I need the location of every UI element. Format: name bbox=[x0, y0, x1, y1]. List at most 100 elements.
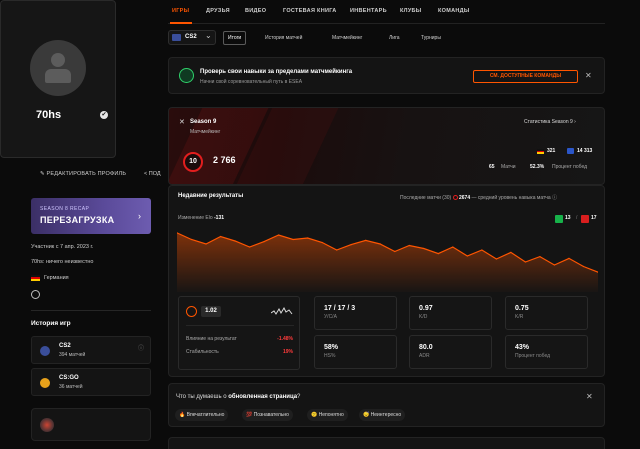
tab-tournaments[interactable]: Турниры bbox=[421, 35, 441, 41]
close-icon[interactable]: ✕ bbox=[586, 392, 593, 401]
rating-sparkline-icon bbox=[271, 306, 293, 315]
feedback-question-end: ? bbox=[297, 394, 301, 400]
elo-point[interactable] bbox=[437, 253, 439, 255]
feedback-option-impressive[interactable]: 🔥 Впечатлительно bbox=[175, 409, 229, 421]
elo-point[interactable] bbox=[350, 244, 352, 246]
elo-point[interactable] bbox=[394, 250, 396, 253]
team-logo-icon bbox=[40, 418, 54, 432]
feedback-option-confusing[interactable]: 😕 Непонятно bbox=[307, 409, 348, 421]
elo-value: 2 766 bbox=[213, 155, 236, 165]
elo-point[interactable] bbox=[539, 256, 541, 258]
info-icon[interactable]: ⓘ bbox=[552, 195, 557, 201]
elo-point[interactable] bbox=[408, 244, 410, 247]
elo-point[interactable] bbox=[582, 265, 585, 268]
season-title: Season 9 bbox=[190, 119, 217, 125]
pencil-icon: ✎ bbox=[40, 171, 45, 177]
feedback-option-informative[interactable]: 💯 Познавательно bbox=[242, 409, 293, 421]
feedback-option-label: Неинтересно bbox=[370, 412, 402, 418]
elo-point[interactable] bbox=[234, 240, 236, 242]
stat-value: 17 / 17 / 3 bbox=[324, 305, 356, 312]
nav-games[interactable]: ИГРЫ bbox=[172, 8, 189, 14]
elo-point[interactable] bbox=[510, 251, 512, 253]
region-rank: 14 313 bbox=[577, 148, 593, 154]
germany-flag-icon bbox=[537, 149, 544, 154]
tab-summary[interactable]: Итоги bbox=[223, 31, 247, 45]
rating-icon bbox=[186, 306, 197, 317]
tab-matchmaking[interactable]: Матчмейкинг bbox=[332, 35, 362, 41]
stat-value: 58% bbox=[324, 344, 339, 351]
elo-point[interactable] bbox=[452, 246, 454, 248]
elo-point[interactable] bbox=[248, 246, 251, 248]
season-stats-link[interactable]: Статистика Season 9 › bbox=[524, 119, 576, 125]
season-recap-banner[interactable]: SEASON 8 RECAP ПЕРЕЗАГРУЗКА › bbox=[31, 198, 151, 234]
elo-point[interactable] bbox=[568, 257, 570, 259]
stability-label: Стабильность bbox=[186, 349, 219, 355]
elo-point[interactable] bbox=[205, 243, 207, 245]
edit-profile-label: РЕДАКТИРОВАТЬ ПРОФИЛЬ bbox=[46, 171, 127, 177]
stat-label: У/С/А bbox=[324, 314, 337, 320]
stat-label: HS% bbox=[324, 353, 336, 359]
avg-elo-value: 2674 bbox=[458, 195, 471, 201]
elo-point[interactable] bbox=[263, 241, 265, 243]
nav-guestbook[interactable]: ГОСТЕВАЯ КНИГА bbox=[283, 8, 337, 14]
steam-icon[interactable] bbox=[31, 290, 40, 299]
game-history-item-csgo[interactable]: CS:GO 36 матчей bbox=[31, 368, 151, 396]
last-matches-label: Последние матчи bbox=[400, 195, 441, 201]
nav-video[interactable]: ВИДЕО bbox=[245, 8, 266, 14]
tab-league[interactable]: Лига bbox=[389, 35, 400, 41]
close-icon[interactable]: ✕ bbox=[585, 71, 592, 80]
share-button[interactable]: < ПОД bbox=[144, 171, 161, 177]
elo-point[interactable] bbox=[553, 264, 556, 266]
recent-results-meta: Последние матчи (30) 2674 — средний уров… bbox=[400, 194, 557, 201]
elo-point[interactable] bbox=[278, 234, 280, 236]
stat-kda: 17 / 17 / 3 У/С/А bbox=[314, 296, 397, 330]
elo-point[interactable] bbox=[466, 255, 468, 257]
chevron-right-icon: › bbox=[138, 211, 141, 221]
nav-clubs[interactable]: КЛУБЫ bbox=[400, 8, 421, 14]
elo-point[interactable] bbox=[423, 247, 425, 250]
elo-point[interactable] bbox=[524, 261, 527, 263]
confused-face-icon: 😕 bbox=[311, 412, 318, 418]
game-select-dropdown[interactable]: CS2 ⌄ bbox=[168, 30, 216, 45]
edit-profile-button[interactable]: ✎ РЕДАКТИРОВАТЬ ПРОФИЛЬ bbox=[40, 171, 126, 177]
chevron-right-icon: › bbox=[574, 119, 576, 125]
skill-level-badge: 10 bbox=[183, 152, 203, 172]
nav-inventory[interactable]: ИНВЕНТАРЬ bbox=[350, 8, 387, 14]
elo-point[interactable] bbox=[307, 237, 309, 239]
elo-point[interactable] bbox=[365, 239, 367, 241]
nav-friends[interactable]: ДРУЗЬЯ bbox=[206, 8, 230, 14]
elo-point[interactable] bbox=[321, 241, 323, 244]
stat-value: 0.75 bbox=[515, 305, 529, 312]
elo-change-label: Изменение Elo bbox=[178, 215, 213, 221]
elo-point[interactable] bbox=[219, 235, 222, 238]
winrate-label: Процент побед bbox=[552, 164, 588, 170]
stat-kr: 0.75 K/R bbox=[505, 296, 588, 330]
feedback-question: Что ты думаешь о обновленная страница? bbox=[176, 394, 300, 400]
esea-promo-card: Проверь свои навыки за пределами матчмей… bbox=[168, 57, 605, 94]
tab-match-history[interactable]: История матчей bbox=[265, 35, 302, 41]
profile-country: Германия bbox=[44, 275, 69, 281]
nav-teams[interactable]: КОМАНДЫ bbox=[438, 8, 470, 14]
stat-adr: 80.0 ADR bbox=[409, 335, 492, 369]
team-card[interactable] bbox=[31, 408, 151, 441]
game-matches: 394 матчей bbox=[59, 352, 86, 358]
feedback-option-boring[interactable]: 😴 Неинтересно bbox=[359, 409, 406, 421]
game-history-item-cs2[interactable]: CS2 394 матчей ⓘ bbox=[31, 336, 151, 364]
country-rank: 321 bbox=[547, 148, 556, 154]
elo-change: Изменение Elo -131 bbox=[178, 215, 224, 221]
elo-point[interactable] bbox=[495, 258, 497, 260]
elo-point[interactable] bbox=[481, 249, 483, 251]
elo-point[interactable] bbox=[336, 249, 338, 251]
stat-label: K/D bbox=[419, 314, 428, 320]
game-history-title: История игр bbox=[31, 320, 71, 327]
elo-point[interactable] bbox=[190, 238, 193, 241]
info-icon[interactable]: ⓘ bbox=[138, 343, 144, 352]
see-teams-button[interactable]: СМ. ДОСТУПНЫЕ КОМАНДЫ bbox=[473, 70, 578, 83]
feedback-card: Что ты думаешь о обновленная страница? ✕… bbox=[168, 383, 605, 427]
elo-point[interactable] bbox=[292, 238, 294, 241]
profile-card: 70hs ✔ bbox=[0, 0, 116, 158]
rating-card: 1.02 Влияние на результат -1.48% Стабиль… bbox=[178, 296, 300, 370]
elo-point[interactable] bbox=[379, 243, 381, 245]
feedback-option-label: Познавательно bbox=[253, 412, 289, 418]
stat-label: K/R bbox=[515, 314, 524, 320]
